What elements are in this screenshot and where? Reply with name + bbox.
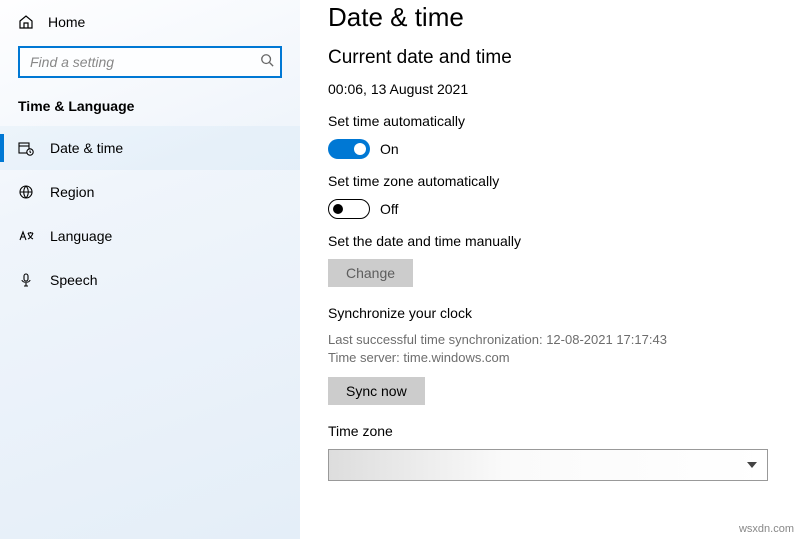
page-title: Date & time [328,2,780,33]
main-panel: Date & time Current date and time 00:06,… [300,0,800,539]
search-input[interactable] [18,46,282,78]
set-tz-auto-toggle[interactable] [328,199,370,219]
search-box[interactable] [18,46,282,78]
sync-now-button[interactable]: Sync now [328,377,425,405]
nav-item-language[interactable]: Language [0,214,300,258]
timezone-heading: Time zone [328,423,780,439]
microphone-icon [18,272,34,288]
manual-label: Set the date and time manually [328,233,780,249]
set-tz-auto-state: Off [380,201,398,217]
nav-label: Date & time [50,140,123,156]
sync-last-line: Last successful time synchronization: 12… [328,331,780,349]
nav-label: Language [50,228,112,244]
nav-label: Speech [50,272,97,288]
timezone-select[interactable] [328,449,768,481]
nav-item-speech[interactable]: Speech [0,258,300,302]
set-time-auto-label: Set time automatically [328,113,780,129]
set-time-auto-toggle[interactable] [328,139,370,159]
current-datetime-value: 00:06, 13 August 2021 [328,81,780,97]
nav-item-region[interactable]: Region [0,170,300,214]
home-label: Home [48,14,85,30]
sync-server-line: Time server: time.windows.com [328,349,780,367]
change-button: Change [328,259,413,287]
category-heading: Time & Language [0,78,300,126]
nav-list: Date & time Region Language Speech [0,126,300,302]
search-icon [260,53,274,70]
sidebar: Home Time & Language Date & time Region … [0,0,300,539]
calendar-clock-icon [18,140,34,156]
nav-label: Region [50,184,94,200]
globe-icon [18,184,34,200]
watermark: wsxdn.com [739,523,794,535]
set-tz-auto-label: Set time zone automatically [328,173,780,189]
set-time-auto-state: On [380,141,399,157]
sync-info: Last successful time synchronization: 12… [328,331,780,367]
language-icon [18,228,34,244]
home-icon [18,14,34,30]
home-link[interactable]: Home [0,4,300,40]
sync-heading: Synchronize your clock [328,305,780,321]
section-current-heading: Current date and time [328,47,780,69]
nav-item-date-time[interactable]: Date & time [0,126,300,170]
